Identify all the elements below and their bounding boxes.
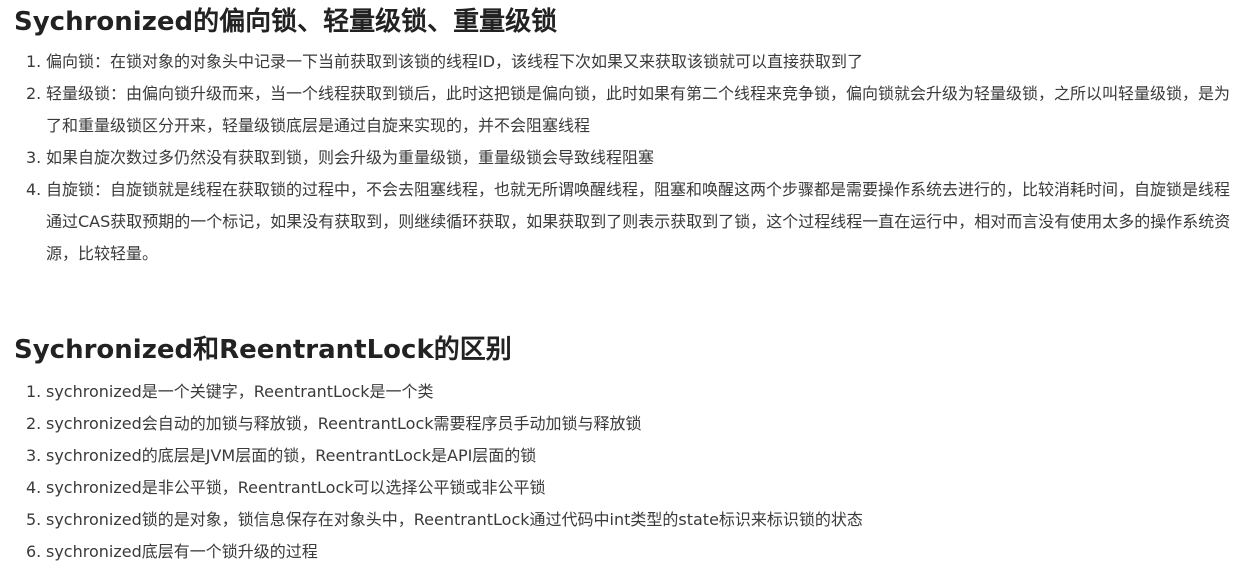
lock-levels-list: 1. 偏向锁：在锁对象的对象头中记录一下当前获取到该锁的线程ID，该线程下次如果… xyxy=(0,46,1251,270)
section-title: Sychronized和ReentrantLock的区别 xyxy=(14,335,512,365)
list-item-text: 轻量级锁：由偏向锁升级而来，当一个线程获取到锁后，此时这把锁是偏向锁，此时如果有… xyxy=(46,84,1231,135)
list-item-text: 自旋锁：自旋锁就是线程在获取锁的过程中，不会去阻塞线程，也就无所谓唤醒线程，阻塞… xyxy=(46,180,1231,263)
list-item: 2. 轻量级锁：由偏向锁升级而来，当一个线程获取到锁后，此时这把锁是偏向锁，此时… xyxy=(0,78,1251,142)
list-item-number: 5. xyxy=(26,510,42,529)
list-item-text: sychronized的底层是JVM层面的锁，ReentrantLock是API… xyxy=(46,446,537,465)
list-item: 4. 自旋锁：自旋锁就是线程在获取锁的过程中，不会去阻塞线程，也就无所谓唤醒线程… xyxy=(0,174,1251,270)
list-item-text: sychronized会自动的加锁与释放锁，ReentrantLock需要程序员… xyxy=(46,414,642,433)
list-item-text: 如果自旋次数过多仍然没有获取到锁，则会升级为重量级锁，重量级锁会导致线程阻塞 xyxy=(46,148,655,167)
section-title: Sychronized的偏向锁、轻量级锁、重量级锁 xyxy=(14,7,558,37)
list-item: 3. 如果自旋次数过多仍然没有获取到锁，则会升级为重量级锁，重量级锁会导致线程阻… xyxy=(0,142,1251,174)
list-item-text: sychronized是非公平锁，ReentrantLock可以选择公平锁或非公… xyxy=(46,478,546,497)
list-item: 4. sychronized是非公平锁，ReentrantLock可以选择公平锁… xyxy=(0,472,1251,504)
list-item-text: 偏向锁：在锁对象的对象头中记录一下当前获取到该锁的线程ID，该线程下次如果又来获… xyxy=(46,52,864,71)
list-item-number: 4. xyxy=(26,180,42,199)
list-item: 1. 偏向锁：在锁对象的对象头中记录一下当前获取到该锁的线程ID，该线程下次如果… xyxy=(0,46,1251,78)
list-item-text: sychronized锁的是对象，锁信息保存在对象头中，ReentrantLoc… xyxy=(46,510,863,529)
list-item-number: 1. xyxy=(26,382,42,401)
list-item: 6. sychronized底层有一个锁升级的过程 xyxy=(0,536,1251,568)
list-item-text: sychronized底层有一个锁升级的过程 xyxy=(46,542,318,561)
differences-list: 1. sychronized是一个关键字，ReentrantLock是一个类 2… xyxy=(0,376,1251,568)
list-item-number: 4. xyxy=(26,478,42,497)
list-item-number: 2. xyxy=(26,414,42,433)
list-item: 3. sychronized的底层是JVM层面的锁，ReentrantLock是… xyxy=(0,440,1251,472)
list-item-text: sychronized是一个关键字，ReentrantLock是一个类 xyxy=(46,382,434,401)
list-item-number: 6. xyxy=(26,542,42,561)
list-item-number: 3. xyxy=(26,148,42,167)
list-item-number: 2. xyxy=(26,84,42,103)
list-item: 2. sychronized会自动的加锁与释放锁，ReentrantLock需要… xyxy=(0,408,1251,440)
list-item-number: 1. xyxy=(26,52,42,71)
list-item: 1. sychronized是一个关键字，ReentrantLock是一个类 xyxy=(0,376,1251,408)
list-item-number: 3. xyxy=(26,446,42,465)
list-item: 5. sychronized锁的是对象，锁信息保存在对象头中，Reentrant… xyxy=(0,504,1251,536)
document: Sychronized的偏向锁、轻量级锁、重量级锁 1. 偏向锁：在锁对象的对象… xyxy=(0,0,1251,573)
